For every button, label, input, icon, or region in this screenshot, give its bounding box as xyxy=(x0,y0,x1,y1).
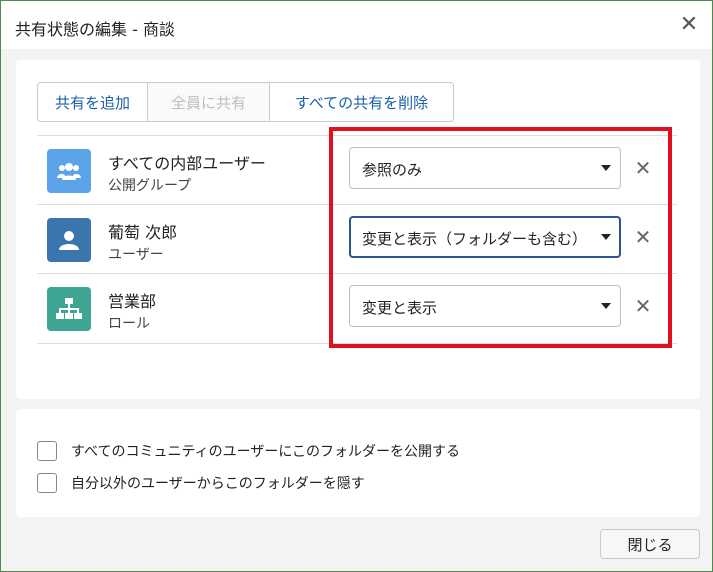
share-with-everyone-button[interactable]: 全員に共有 xyxy=(147,82,270,122)
group-icon xyxy=(47,149,91,193)
access-level-value: 参照のみ xyxy=(362,161,423,179)
sharing-panel: 共有を追加 全員に共有 すべての共有を削除 すべての内部ユーザー 公開グループ … xyxy=(16,60,700,399)
share-type: ロール xyxy=(108,316,150,332)
add-share-button[interactable]: 共有を追加 xyxy=(37,82,148,122)
dialog-title: 共有状態の編集 - 商談 xyxy=(15,20,175,39)
share-name: すべての内部ユーザー xyxy=(108,154,266,173)
share-type: ユーザー xyxy=(108,247,164,263)
share-row: すべての内部ユーザー 公開グループ 参照のみ ✕ xyxy=(37,135,677,205)
chevron-down-icon xyxy=(601,303,611,309)
share-row: 葡萄 次郎 ユーザー 変更と表示（フォルダーも含む） ✕ xyxy=(37,204,677,274)
user-icon xyxy=(47,218,91,262)
remove-share-icon[interactable]: ✕ xyxy=(632,157,654,179)
access-level-select[interactable]: 参照のみ xyxy=(349,147,621,189)
share-settings-dialog: 共有状態の編集 - 商談 ✕ 共有を追加 全員に共有 すべての共有を削除 すべて… xyxy=(0,0,713,572)
dialog-header: 共有状態の編集 - 商談 ✕ xyxy=(1,1,712,49)
publish-to-community-label: すべてのコミュニティのユーザーにこのフォルダーを公開する xyxy=(71,444,461,460)
close-icon[interactable]: ✕ xyxy=(678,14,700,36)
publish-to-community-option: すべてのコミュニティのユーザーにこのフォルダーを公開する xyxy=(37,441,460,461)
access-level-value: 変更と表示 xyxy=(362,299,438,317)
chevron-down-icon xyxy=(601,234,611,240)
hide-from-others-label: 自分以外のユーザーからこのフォルダーを隠す xyxy=(71,476,365,492)
hide-from-others-option: 自分以外のユーザーからこのフォルダーを隠す xyxy=(37,473,365,493)
chevron-down-icon xyxy=(601,165,611,171)
access-level-select[interactable]: 変更と表示（フォルダーも含む） xyxy=(349,216,621,258)
remove-share-icon[interactable]: ✕ xyxy=(632,295,654,317)
publish-to-community-checkbox[interactable] xyxy=(37,441,57,461)
role-hierarchy-icon xyxy=(47,287,91,331)
folder-options-panel: すべてのコミュニティのユーザーにこのフォルダーを公開する 自分以外のユーザーから… xyxy=(16,409,700,517)
share-type: 公開グループ xyxy=(108,178,192,194)
hide-from-others-checkbox[interactable] xyxy=(37,473,57,493)
close-button[interactable]: 閉じる xyxy=(600,529,700,559)
access-level-select[interactable]: 変更と表示 xyxy=(349,285,621,327)
remove-all-shares-button[interactable]: すべての共有を削除 xyxy=(269,82,454,122)
share-row: 営業部 ロール 変更と表示 ✕ xyxy=(37,273,677,344)
share-name: 営業部 xyxy=(108,292,157,311)
access-level-value: 変更と表示（フォルダーも含む） xyxy=(362,230,588,248)
share-name: 葡萄 次郎 xyxy=(108,223,178,242)
share-actions: 共有を追加 全員に共有 すべての共有を削除 xyxy=(37,82,454,124)
remove-share-icon[interactable]: ✕ xyxy=(632,226,654,248)
